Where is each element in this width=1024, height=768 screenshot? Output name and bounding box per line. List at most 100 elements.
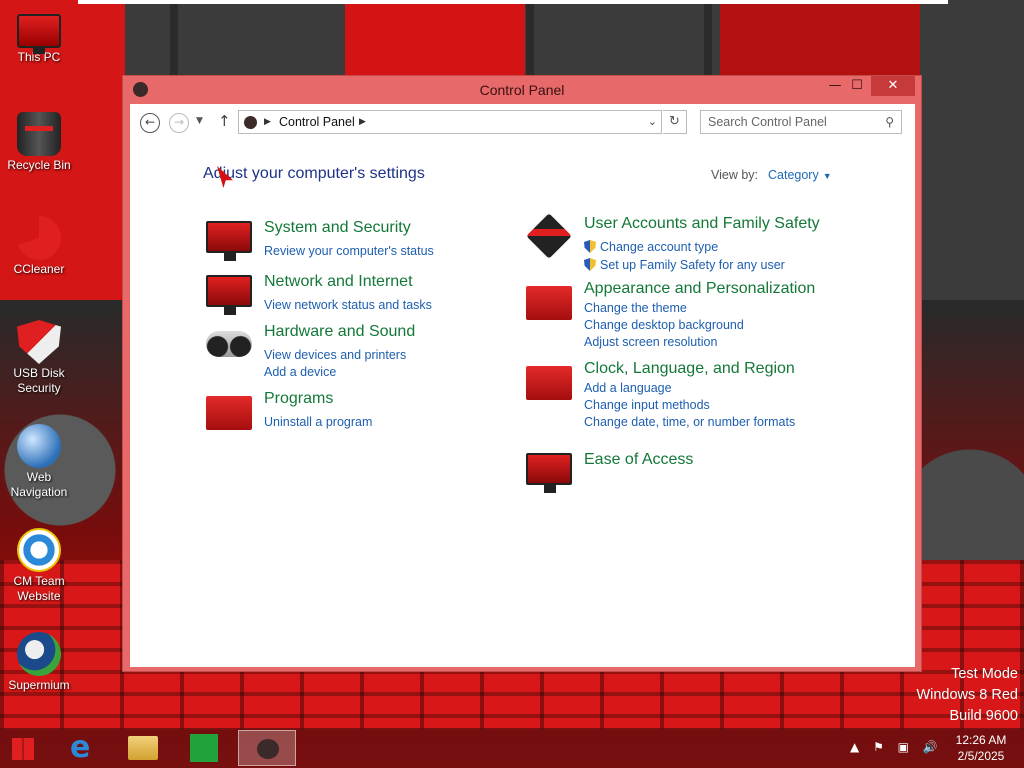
uac-shield-icon [584, 240, 596, 253]
desktop-icon-label: Supermium [8, 678, 70, 692]
desktop-icon-recycle-bin[interactable]: Recycle Bin [4, 112, 74, 173]
view-by-dropdown[interactable]: Category ▼ [768, 168, 832, 182]
title-bar[interactable]: Control Panel — ☐ ✕ [123, 76, 921, 104]
recent-locations-dropdown-icon[interactable]: ▼ [196, 116, 203, 126]
chevron-right-icon[interactable]: ▶ [264, 117, 271, 127]
chevron-down-icon: ▼ [822, 171, 832, 181]
watermark-line: Test Mode [951, 666, 1018, 682]
users-icon[interactable] [526, 213, 572, 259]
category-link[interactable]: Uninstall a program [264, 415, 372, 429]
category-link[interactable]: Set up Family Safety for any user [584, 258, 785, 272]
file-explorer-icon[interactable] [116, 730, 172, 766]
clock-date: 2/5/2025 [957, 749, 1005, 763]
action-center-flag-icon[interactable]: ⚑ [873, 740, 884, 754]
internet-explorer-icon[interactable] [56, 730, 112, 766]
category-title[interactable]: Hardware and Sound [264, 323, 415, 341]
category-title[interactable]: Appearance and Personalization [584, 280, 815, 298]
desktop-icon-this-pc[interactable]: This PC [4, 8, 74, 65]
desktop-icon-ccleaner[interactable]: CCleaner [4, 216, 74, 277]
show-hidden-icons-icon[interactable]: ▲ [850, 740, 859, 754]
network-icon[interactable]: ▣ [898, 740, 909, 754]
test-mode-watermark: Test Mode Windows 8 Red Build 9600 [916, 664, 1018, 727]
this-pc-icon [17, 14, 61, 54]
category-title[interactable]: Clock, Language, and Region [584, 360, 795, 378]
search-box[interactable]: ⚲ [700, 110, 902, 134]
control-panel-window: Control Panel — ☐ ✕ ← → ▼ ↑ ▶ Control Pa… [122, 75, 922, 672]
category-link[interactable]: Change date, time, or number formats [584, 415, 795, 429]
wallpaper-strip [78, 0, 948, 4]
minimize-button[interactable]: — [823, 76, 847, 96]
store-icon[interactable] [176, 730, 232, 766]
ease-of-access-icon[interactable] [526, 453, 572, 493]
category-title[interactable]: Ease of Access [584, 451, 693, 469]
breadcrumb-control-panel[interactable]: Control Panel [279, 115, 355, 129]
system-tray: ▲ ⚑ ▣ 🔊 [850, 740, 948, 754]
supermium-icon [17, 632, 61, 676]
address-dropdown-icon[interactable]: ⌄ [648, 115, 657, 128]
maximize-button[interactable]: ☐ [845, 76, 869, 96]
uac-shield-icon [584, 258, 596, 271]
refresh-button[interactable]: ↻ [663, 110, 687, 134]
close-button[interactable]: ✕ [871, 76, 915, 96]
clock-time: 12:26 AM [955, 733, 1007, 747]
desktop-icon-usb-disk-security[interactable]: USB Disk Security [4, 320, 74, 396]
category-link[interactable]: Change account type [584, 240, 718, 254]
recycle-bin-icon [17, 112, 61, 156]
view-by-label: View by: [711, 168, 759, 182]
desktop-icon-label: USB Disk Security [13, 366, 65, 395]
internet-explorer-icon [17, 528, 61, 572]
category-link-label: Change account type [600, 240, 719, 254]
programs-gear-icon[interactable] [206, 396, 252, 430]
category-link-label: Set up Family Safety for any user [600, 258, 785, 272]
monitor-alert-icon[interactable] [206, 221, 252, 261]
category-link[interactable]: Change the theme [584, 301, 687, 315]
desktop-icon-label: Recycle Bin [7, 158, 71, 172]
gamepad-icon[interactable] [206, 331, 252, 357]
wallpaper-tile [345, 0, 525, 75]
category-link[interactable]: View devices and printers [264, 348, 406, 362]
up-button[interactable]: ↑ [218, 112, 231, 130]
window-content: ← → ▼ ↑ ▶ Control Panel ▶ ⌄ ↻ ⚲ Adjust y… [130, 104, 915, 667]
category-title[interactable]: User Accounts and Family Safety [584, 215, 820, 233]
view-by-value: Category [768, 168, 819, 182]
category-link[interactable]: Adjust screen resolution [584, 335, 717, 349]
search-icon[interactable]: ⚲ [885, 115, 894, 129]
window-title: Control Panel [479, 82, 565, 98]
category-link[interactable]: Change input methods [584, 398, 710, 412]
forward-button[interactable]: → [169, 113, 189, 133]
desktop-icon-cm-team-website[interactable]: CM Team Website [4, 528, 74, 604]
clock[interactable]: 12:26 AM 2/5/2025 [945, 732, 1017, 764]
globe-icon [17, 424, 61, 468]
network-globe-icon[interactable] [206, 275, 252, 315]
category-link[interactable]: View network status and tasks [264, 298, 432, 312]
control-panel-icon [244, 116, 257, 129]
chevron-right-icon[interactable]: ▶ [359, 117, 366, 127]
watermark-line: Build 9600 [949, 708, 1018, 724]
desktop-icon-label: Web Navigation [10, 470, 68, 499]
page-title: Adjust your computer's settings [203, 165, 425, 182]
desktop-icon-label: CCleaner [13, 262, 65, 276]
desktop-icon-web-navigation[interactable]: Web Navigation [4, 424, 74, 500]
navigation-bar: ← → ▼ ↑ ▶ Control Panel ▶ ⌄ ↻ ⚲ [130, 110, 915, 136]
volume-icon[interactable]: 🔊 [923, 740, 938, 754]
desktop-icon-supermium[interactable]: Supermium [4, 632, 74, 693]
category-link[interactable]: Review your computer's status [264, 244, 434, 258]
usb-disk-security-icon [17, 320, 61, 364]
search-input[interactable] [708, 112, 878, 132]
category-link[interactable]: Add a device [264, 365, 336, 379]
appearance-icon[interactable] [526, 286, 572, 320]
desktop-icon-label: CM Team Website [13, 574, 65, 603]
address-bar[interactable]: ▶ Control Panel ▶ ⌄ [238, 110, 662, 134]
taskbar: ▲ ⚑ ▣ 🔊 12:26 AM 2/5/2025 [0, 728, 1024, 768]
category-title[interactable]: Network and Internet [264, 273, 413, 291]
start-icon[interactable] [4, 730, 44, 766]
back-button[interactable]: ← [140, 113, 160, 133]
category-link[interactable]: Add a language [584, 381, 672, 395]
category-title[interactable]: System and Security [264, 219, 411, 237]
clock-icon[interactable] [526, 366, 572, 400]
category-title[interactable]: Programs [264, 390, 333, 408]
category-link[interactable]: Change desktop background [584, 318, 744, 332]
control-panel-icon[interactable] [238, 730, 296, 766]
watermark-line: Windows 8 Red [916, 687, 1018, 703]
wallpaper-tile [720, 0, 920, 75]
